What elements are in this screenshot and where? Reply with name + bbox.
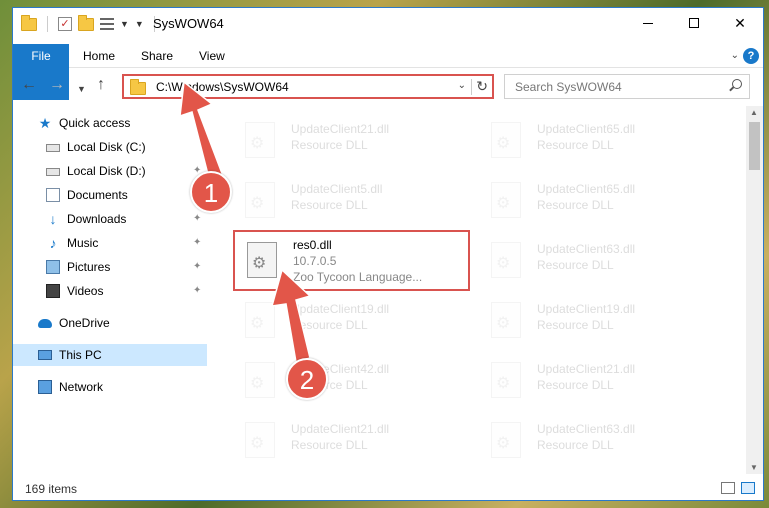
step-badge-2: 2 xyxy=(286,358,328,400)
annotation-arrow-2 xyxy=(270,268,312,363)
step-badge-1: 1 xyxy=(190,171,232,213)
annotation-layer xyxy=(179,80,312,363)
arrow-2-shape xyxy=(270,268,312,363)
